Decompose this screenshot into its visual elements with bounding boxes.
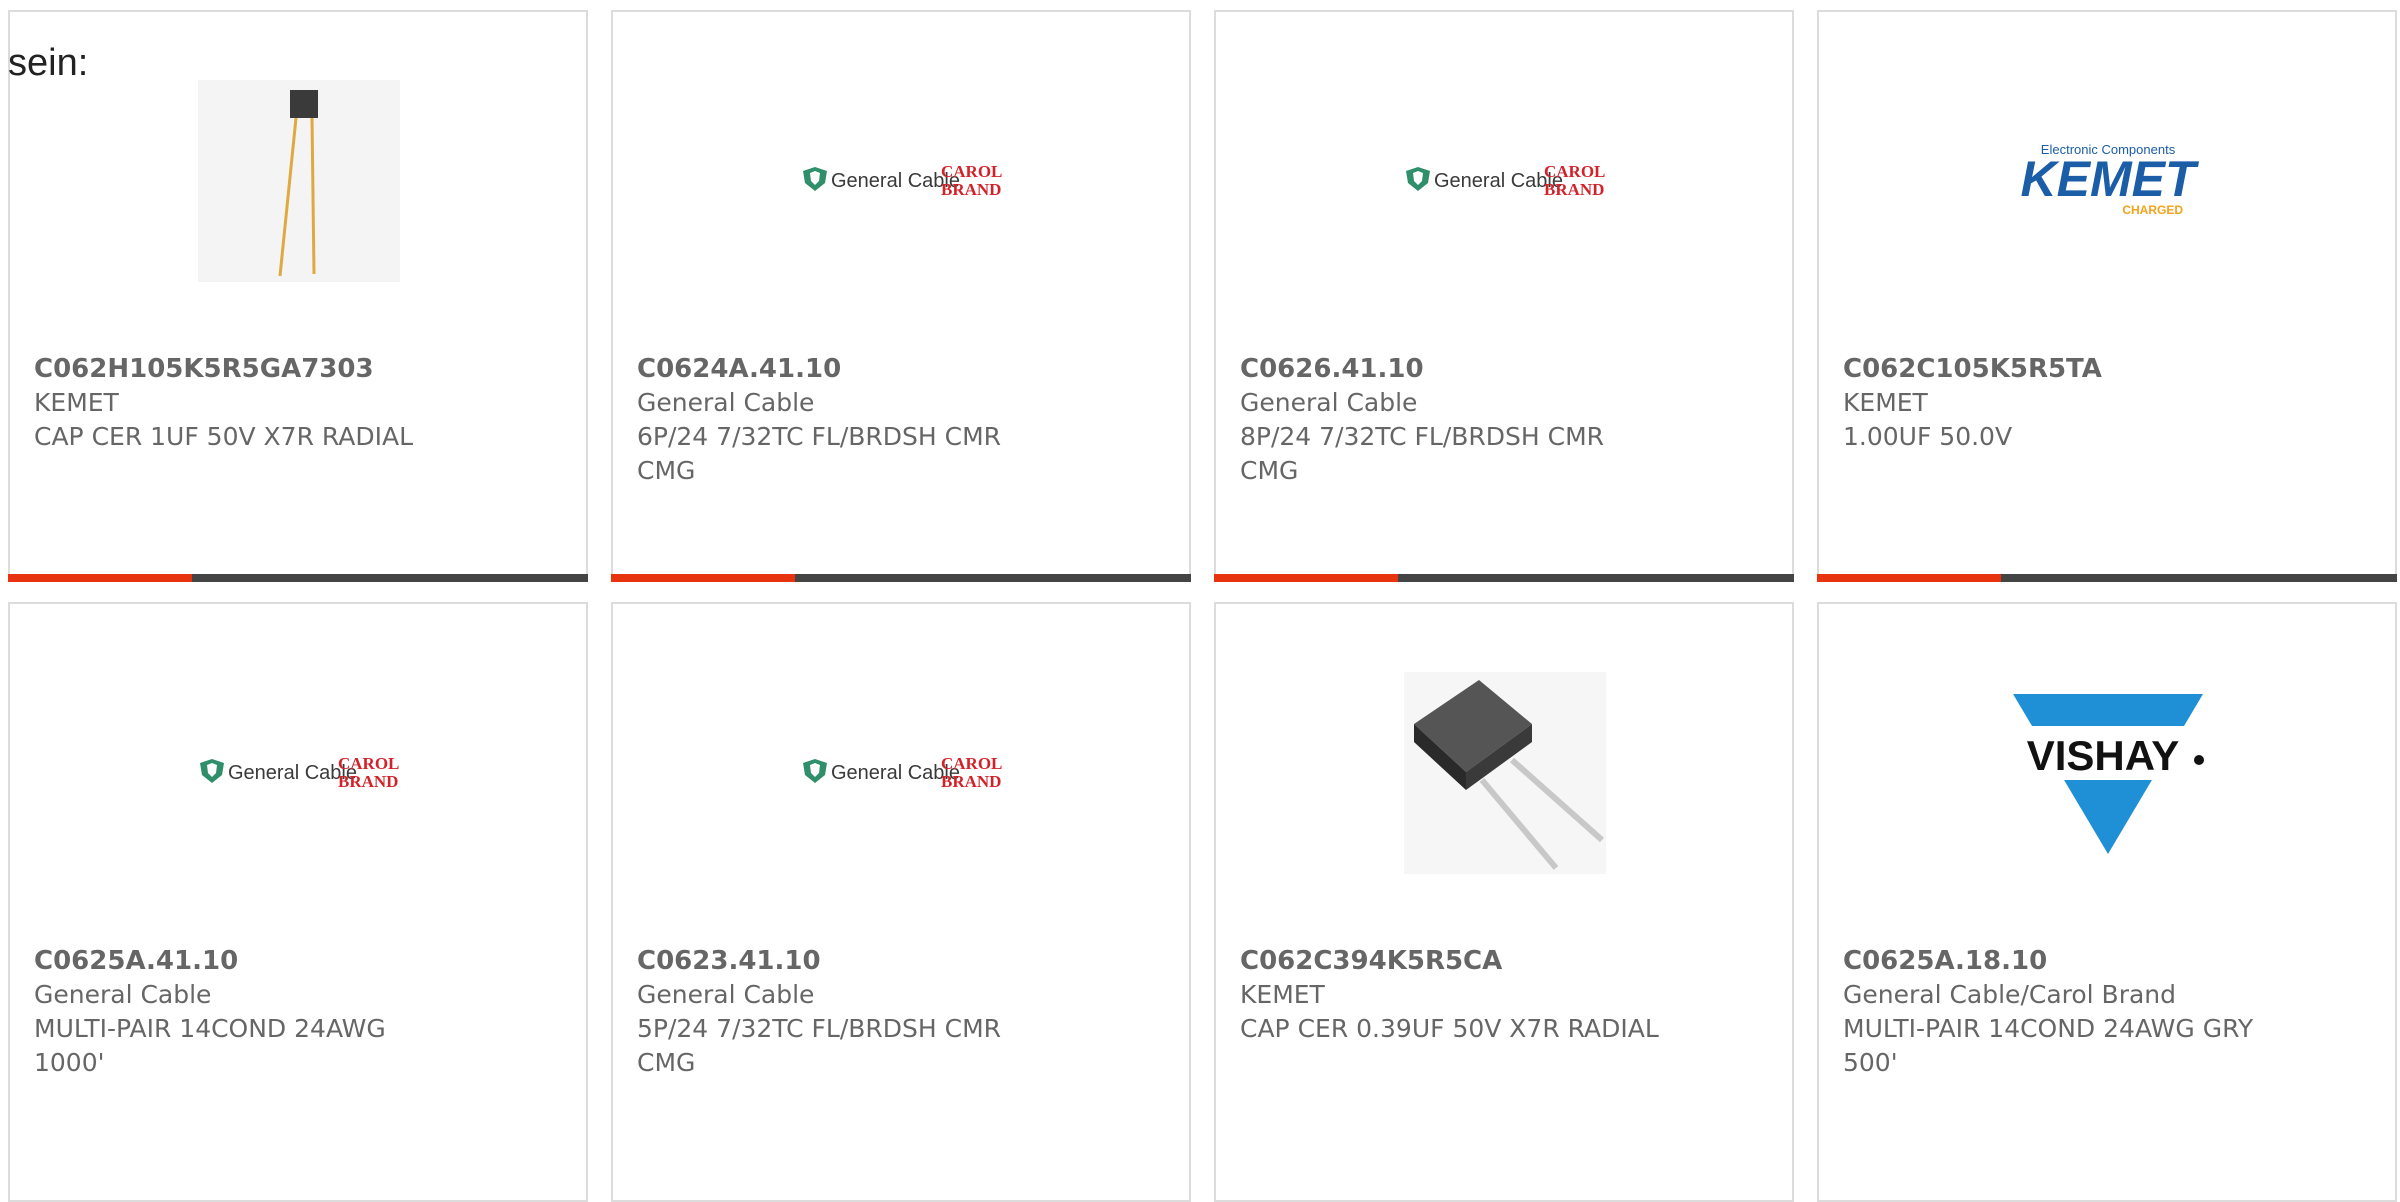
- manufacturer: General Cable: [637, 980, 815, 1009]
- intro-text: sein:: [8, 42, 89, 84]
- kemet-wordmark: KEMET: [2021, 151, 2200, 207]
- card-bar-accent: [1214, 574, 1398, 582]
- card-bar: [8, 574, 588, 582]
- product-card[interactable]: Electronic Components KEMET CHARGED C062…: [1817, 10, 2397, 582]
- part-number[interactable]: C062H105K5R5GA7303: [34, 352, 562, 386]
- product-card[interactable]: General Cable CAROL BRAND C0626.41.10 Ge…: [1214, 10, 1794, 582]
- capacitor-block-icon: [1404, 672, 1606, 874]
- part-number[interactable]: C0625A.18.10: [1843, 944, 2371, 978]
- general-cable-logo: General Cable CAROL BRAND: [801, 672, 1003, 874]
- product-description: 5P/24 7/32TC FL/BRDSH CMR CMG: [637, 1014, 1002, 1077]
- product-card[interactable]: General Cable CAROL BRAND C0624A.41.10 G…: [611, 10, 1191, 582]
- card-bar: [1817, 574, 2397, 582]
- manufacturer: KEMET: [1843, 388, 1928, 417]
- part-number[interactable]: C0624A.41.10: [637, 352, 1165, 386]
- card-bar: [1214, 574, 1794, 582]
- general-cable-logo: General Cable CAROL BRAND: [198, 672, 400, 874]
- carol-logo-bottom: BRAND: [338, 772, 398, 791]
- vishay-wordmark: VISHAY: [2027, 732, 2180, 779]
- card-bar: [611, 574, 1191, 582]
- product-description: CAP CER 0.39UF 50V X7R RADIAL: [1240, 1014, 1659, 1043]
- manufacturer: General Cable/Carol Brand: [1843, 980, 2177, 1009]
- product-description: CAP CER 1UF 50V X7R RADIAL: [34, 422, 414, 451]
- product-description: MULTI-PAIR 14COND 24AWG 1000': [34, 1014, 386, 1077]
- capacitor-radial-icon: [198, 80, 400, 282]
- manufacturer: General Cable: [34, 980, 212, 1009]
- product-card[interactable]: VISHAY C0625A.18.10 General Cable/Carol …: [1817, 602, 2397, 1202]
- carol-logo-top: CAROL: [338, 754, 399, 773]
- product-description: 6P/24 7/32TC FL/BRDSH CMR CMG: [637, 422, 1002, 485]
- carol-logo-bottom: BRAND: [941, 772, 1001, 791]
- product-card[interactable]: General Cable CAROL BRAND C0623.41.10 Ge…: [611, 602, 1191, 1202]
- product-card[interactable]: C062C394K5R5CA KEMET CAP CER 0.39UF 50V …: [1214, 602, 1794, 1202]
- manufacturer: General Cable: [1240, 388, 1418, 417]
- manufacturer: General Cable: [637, 388, 815, 417]
- part-number[interactable]: C062C394K5R5CA: [1240, 944, 1768, 978]
- kemet-logo: Electronic Components KEMET CHARGED: [2007, 80, 2209, 282]
- kemet-charged: CHARGED: [2122, 203, 2183, 217]
- part-number[interactable]: C0626.41.10: [1240, 352, 1768, 386]
- product-grid: C062H105K5R5GA7303 KEMET CAP CER 1UF 50V…: [8, 10, 2400, 1202]
- vishay-logo: VISHAY: [2007, 672, 2209, 874]
- product-card[interactable]: C062H105K5R5GA7303 KEMET CAP CER 1UF 50V…: [8, 10, 588, 582]
- manufacturer: KEMET: [34, 388, 119, 417]
- product-description: MULTI-PAIR 14COND 24AWG GRY 500': [1843, 1014, 2254, 1077]
- product-description: 1.00UF 50.0V: [1843, 422, 2013, 451]
- carol-logo-top: CAROL: [941, 754, 1002, 773]
- carol-logo-top: CAROL: [1544, 162, 1605, 181]
- card-bar-accent: [8, 574, 192, 582]
- manufacturer: KEMET: [1240, 980, 1325, 1009]
- carol-logo-bottom: BRAND: [941, 180, 1001, 199]
- carol-logo-bottom: BRAND: [1544, 180, 1604, 199]
- part-number[interactable]: C0623.41.10: [637, 944, 1165, 978]
- part-number[interactable]: C0625A.41.10: [34, 944, 562, 978]
- general-cable-logo: General Cable CAROL BRAND: [801, 80, 1003, 282]
- product-card[interactable]: General Cable CAROL BRAND C0625A.41.10 G…: [8, 602, 588, 1202]
- product-description: 8P/24 7/32TC FL/BRDSH CMR CMG: [1240, 422, 1605, 485]
- card-bar-accent: [1817, 574, 2001, 582]
- general-cable-logo: General Cable CAROL BRAND: [1404, 80, 1606, 282]
- part-number[interactable]: C062C105K5R5TA: [1843, 352, 2371, 386]
- carol-logo-top: CAROL: [941, 162, 1002, 181]
- card-bar-accent: [611, 574, 795, 582]
